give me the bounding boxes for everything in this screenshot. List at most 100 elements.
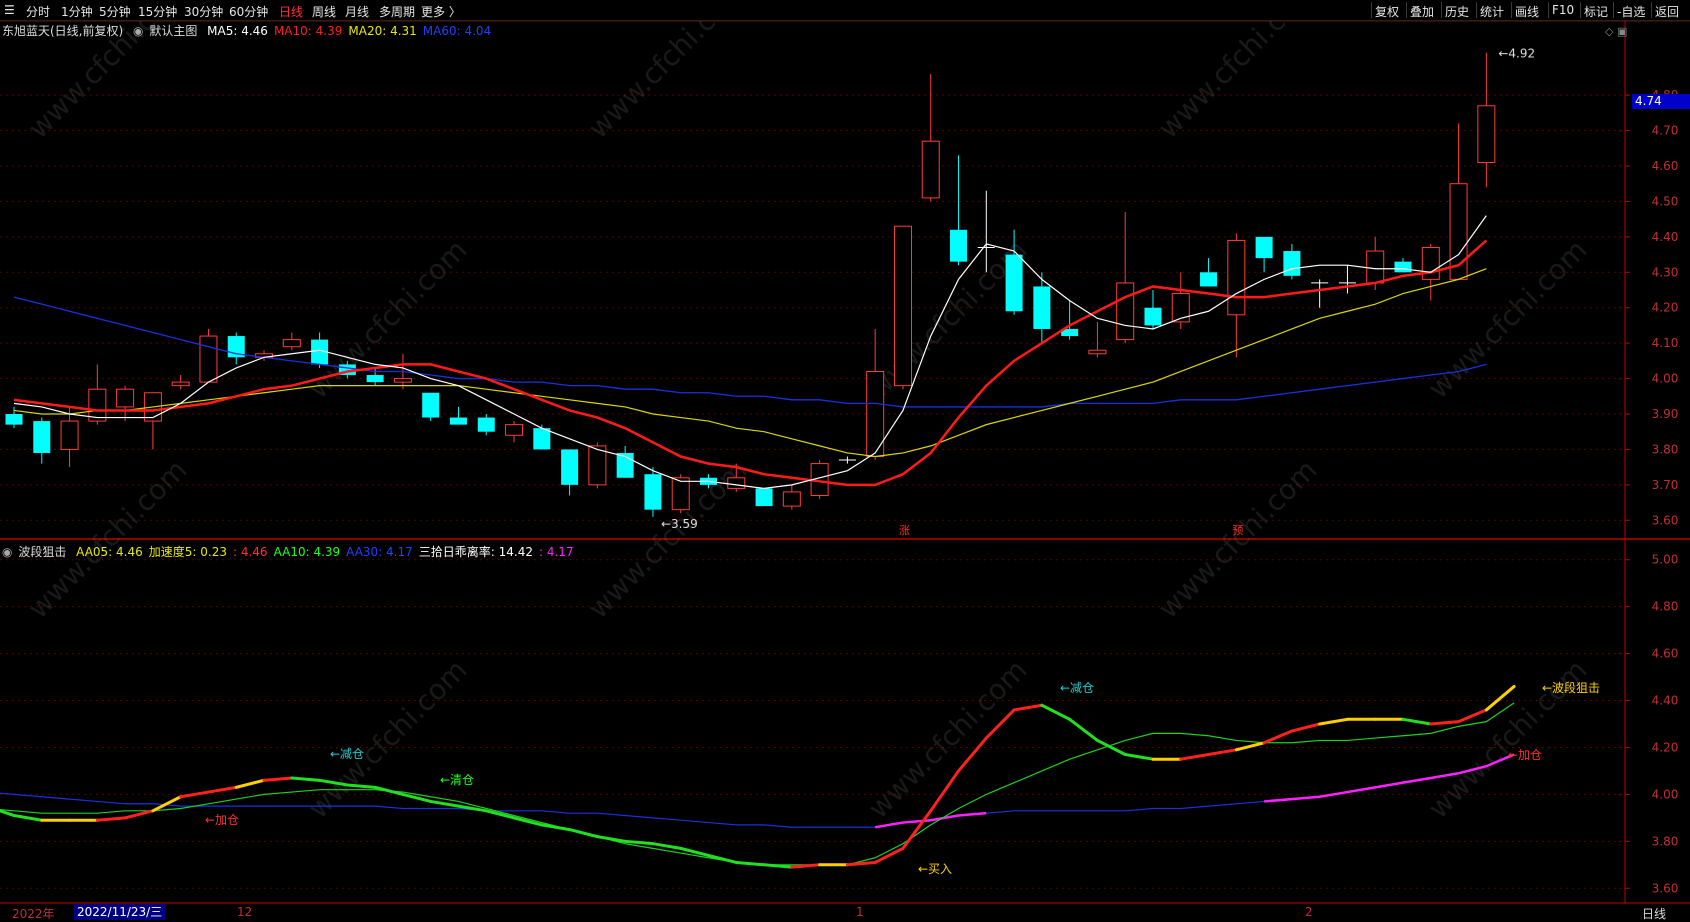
toolbar-item-7[interactable]: 周线	[312, 3, 336, 20]
aa05-segment	[1262, 729, 1294, 745]
sub-value-6: : 4.17	[539, 545, 574, 559]
chart-canvas[interactable]: 4.80 4.70 4.60 4.50 4.40 4.30 4.20 4.10 4.00 3.90…	[0, 0, 1690, 921]
ma-value-0: MA5: 4.46	[207, 24, 268, 38]
main-y-tick: 4.40	[1652, 230, 1679, 244]
watermark: www.cfchi.com	[862, 653, 1034, 825]
candle-body-up	[199, 335, 218, 383]
annotation-0: ←减仓	[330, 747, 364, 761]
sub-value-1: 加速度5: 0.23	[148, 545, 227, 559]
candle	[505, 421, 524, 443]
toolbar-right-item-2[interactable]: 历史	[1445, 3, 1469, 20]
candle-body-up	[60, 420, 79, 450]
sub-y-tick: 4.40	[1652, 694, 1679, 708]
watermark: www.cfchi.com	[1152, 0, 1324, 145]
main-y-tick: 4.30	[1652, 265, 1679, 279]
candle-body-up	[393, 378, 412, 383]
sub-indicator-info: ◉ 波段狙击 AA05: 4.46 加速度5: 0.23: 4.46 AA10: 4…	[2, 543, 586, 560]
toolbar-item-3[interactable]: 15分钟	[138, 3, 177, 20]
candle	[477, 414, 495, 436]
toolbar-separator	[1476, 2, 1477, 18]
aa05-segment	[234, 778, 266, 789]
indicator-name[interactable]: 默认主图	[149, 24, 197, 38]
annotation-6: ←加仓	[1508, 748, 1542, 762]
sub-value-4: AA30: 4.17	[346, 545, 413, 559]
toolbar-right-item-3[interactable]: 统计	[1480, 3, 1504, 20]
toolbar-right-item-0[interactable]: 复权	[1375, 3, 1399, 20]
toolbar-separator	[1613, 2, 1614, 18]
toolbar-right-item-8[interactable]: 返回	[1655, 3, 1679, 20]
toolbar-right-item-1[interactable]: 叠加	[1410, 3, 1434, 20]
candle	[921, 73, 940, 202]
main-y-tick: 4.60	[1652, 159, 1679, 173]
watermark: www.cfchi.com	[582, 0, 754, 145]
toolbar-item-0[interactable]: 分时	[26, 3, 50, 20]
toolbar-item-6[interactable]: 日线	[279, 3, 303, 20]
sub-value-5: 三拾日乖离率: 14.42	[418, 545, 533, 559]
candle-body-up	[1421, 246, 1440, 280]
aa05-segment	[95, 816, 127, 822]
candle	[1061, 300, 1079, 340]
candle	[1394, 258, 1412, 273]
candle	[671, 474, 690, 514]
candle	[755, 488, 773, 507]
aa05-segment	[1179, 753, 1211, 761]
aa05-segment	[734, 860, 766, 867]
aa05-segment	[651, 842, 683, 850]
candle	[60, 406, 79, 468]
aa05-segment	[845, 860, 877, 867]
sub-y-tick: 4.00	[1652, 787, 1679, 801]
aa05-segment	[1429, 720, 1461, 726]
event-mark-1: 预	[1232, 524, 1243, 537]
candle-body-up	[893, 225, 912, 387]
indicator-gear-icon[interactable]: ◉	[133, 24, 143, 38]
collapse-icon: ◇ ▣	[1605, 25, 1627, 38]
candle	[893, 225, 912, 390]
main-indicator-info: 东旭蓝天(日线,前复权) ◉ 默认主图 MA5: 4.46 MA10: 4.39 M…	[2, 22, 503, 39]
candle	[1449, 123, 1468, 280]
candle	[1200, 258, 1218, 287]
candle-body-up	[1116, 282, 1135, 341]
toolbar-separator	[1580, 2, 1581, 18]
candle-body-up	[588, 445, 607, 486]
toolbar-item-5[interactable]: 60分钟	[229, 3, 268, 20]
toolbar-item-8[interactable]: 月线	[345, 3, 369, 20]
toolbar-item-1[interactable]: 1分钟	[61, 3, 93, 20]
aa05-segment	[12, 814, 44, 822]
toolbar-separator	[1651, 2, 1652, 18]
candle-body-down	[644, 474, 662, 510]
toolbar-item-4[interactable]: 30分钟	[184, 3, 223, 20]
main-y-tick: 3.70	[1652, 478, 1679, 492]
sub-indicator-name[interactable]: 波段狙击	[18, 545, 66, 559]
candle-body-up	[171, 381, 190, 387]
candle	[616, 445, 634, 478]
sub-value-3: AA10: 4.39	[273, 545, 341, 559]
main-y-tick: 4.10	[1652, 336, 1679, 350]
candle-body-up	[782, 491, 801, 507]
date-axis: 2022年 2022/11/23/三 12 1 2	[0, 904, 1690, 921]
main-y-tick: 4.20	[1652, 301, 1679, 315]
candle-body-down	[950, 229, 968, 262]
candle	[950, 155, 968, 266]
aa05-segment	[1068, 717, 1099, 742]
candle	[88, 364, 107, 425]
sub-gear-icon[interactable]: ◉	[2, 545, 12, 559]
candle-body-up	[1171, 293, 1190, 323]
toolbar-right-item-4[interactable]: 画线	[1515, 3, 1539, 20]
toolbar-right-item-6[interactable]: 标记	[1584, 3, 1608, 20]
candle	[171, 375, 190, 390]
aa05-segment	[1095, 738, 1127, 757]
date-label-feb: 2	[1305, 905, 1313, 919]
toolbar-right-item-5[interactable]: F10	[1552, 3, 1574, 17]
toolbar-separator	[1441, 2, 1442, 18]
toolbar-right-item-7[interactable]: -自选	[1617, 3, 1645, 20]
toolbar-item-2[interactable]: 5分钟	[99, 3, 131, 20]
candle-body-down	[533, 428, 551, 450]
toolbar-item-10[interactable]: 更多 〉	[421, 3, 461, 20]
toolbar-item-9[interactable]: 多周期	[379, 3, 415, 20]
candle-body-up	[1366, 250, 1385, 284]
candle-body-up	[1227, 239, 1246, 316]
menu-icon[interactable]: ☰	[4, 3, 15, 17]
aa05-segment	[429, 799, 460, 808]
ma-value-3: MA60: 4.04	[422, 24, 492, 38]
candle	[1033, 272, 1051, 344]
